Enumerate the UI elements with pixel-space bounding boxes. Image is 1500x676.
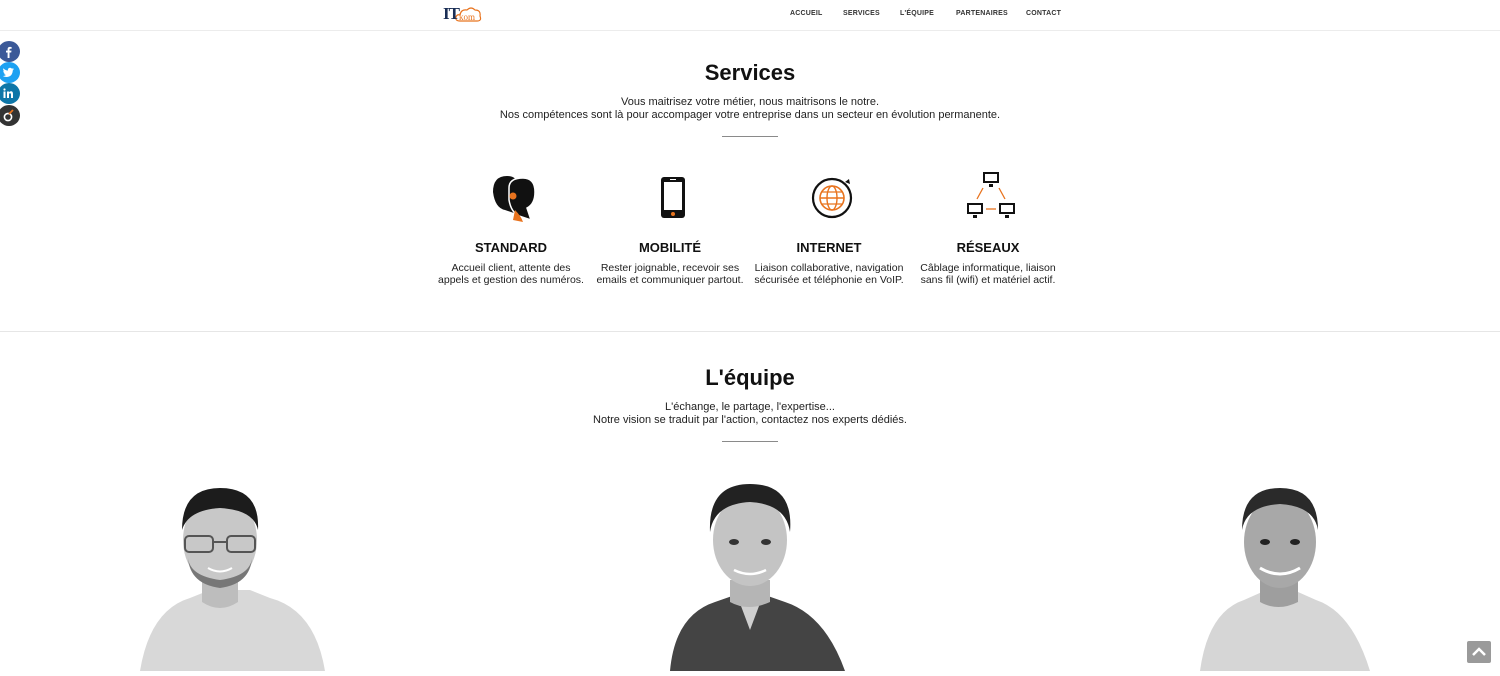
team-member-photo[interactable] bbox=[120, 480, 325, 671]
logo-text-main: IT bbox=[443, 4, 460, 23]
service-title-internet: INTERNET bbox=[796, 240, 862, 255]
smartphone-icon bbox=[661, 177, 685, 218]
portrait-image bbox=[670, 484, 845, 671]
portrait-image bbox=[140, 488, 325, 671]
nav-accueil[interactable]: ACCUEIL bbox=[790, 10, 823, 17]
team-title: L'équipe bbox=[705, 365, 795, 390]
logo-text-accent: kom bbox=[459, 12, 476, 22]
portrait-image bbox=[1200, 488, 1370, 671]
service-title-reseaux: RÉSEAUX bbox=[956, 240, 1020, 255]
service-desc-reseaux: Câblage informatique, liaison sans fil (… bbox=[920, 262, 1056, 286]
service-title-mobilite: MOBILITÉ bbox=[638, 240, 702, 255]
globe-icon bbox=[811, 177, 853, 219]
team-member-photo[interactable] bbox=[1180, 480, 1380, 671]
service-desc-standard: Accueil client, attente des appels et ge… bbox=[438, 262, 584, 286]
service-desc-internet: Liaison collaborative, navigation sécuri… bbox=[754, 262, 904, 286]
services-subtitle-line2: Nos compétences sont là pour accompager … bbox=[499, 109, 1001, 121]
nav-contact[interactable]: CONTACT bbox=[1026, 10, 1061, 17]
call-center-icon bbox=[493, 176, 536, 222]
scroll-top-button[interactable] bbox=[1467, 641, 1491, 663]
network-icon bbox=[967, 172, 1015, 218]
nav-services[interactable]: SERVICES bbox=[843, 10, 880, 17]
facebook-button[interactable] bbox=[0, 41, 20, 62]
facebook-icon bbox=[6, 46, 12, 58]
service-title-standard: STANDARD bbox=[475, 240, 547, 255]
team-divider bbox=[722, 441, 778, 442]
itkom-logo[interactable]: IT kom bbox=[443, 3, 485, 25]
services-divider bbox=[722, 136, 778, 137]
team-subtitle-line1: L'échange, le partage, l'expertise... bbox=[665, 401, 835, 413]
services-subtitle-line1: Vous maitrisez votre métier, nous maitri… bbox=[621, 96, 879, 108]
services-title: Services bbox=[704, 60, 796, 85]
nav-partenaires[interactable]: PARTENAIRES bbox=[956, 10, 1008, 17]
team-subtitle-line2: Notre vision se traduit par l'action, co… bbox=[593, 414, 907, 426]
site-header: IT kom ACCUEIL SERVICES L'ÉQUIPE PARTENA… bbox=[0, 0, 1500, 31]
service-desc-mobilite: Rester joignable, recevoir ses emails et… bbox=[596, 262, 744, 286]
chevron-up-icon bbox=[1472, 647, 1486, 656]
section-separator bbox=[0, 331, 1500, 332]
nav-equipe[interactable]: L'ÉQUIPE bbox=[900, 10, 934, 17]
team-member-photo[interactable] bbox=[650, 480, 850, 671]
